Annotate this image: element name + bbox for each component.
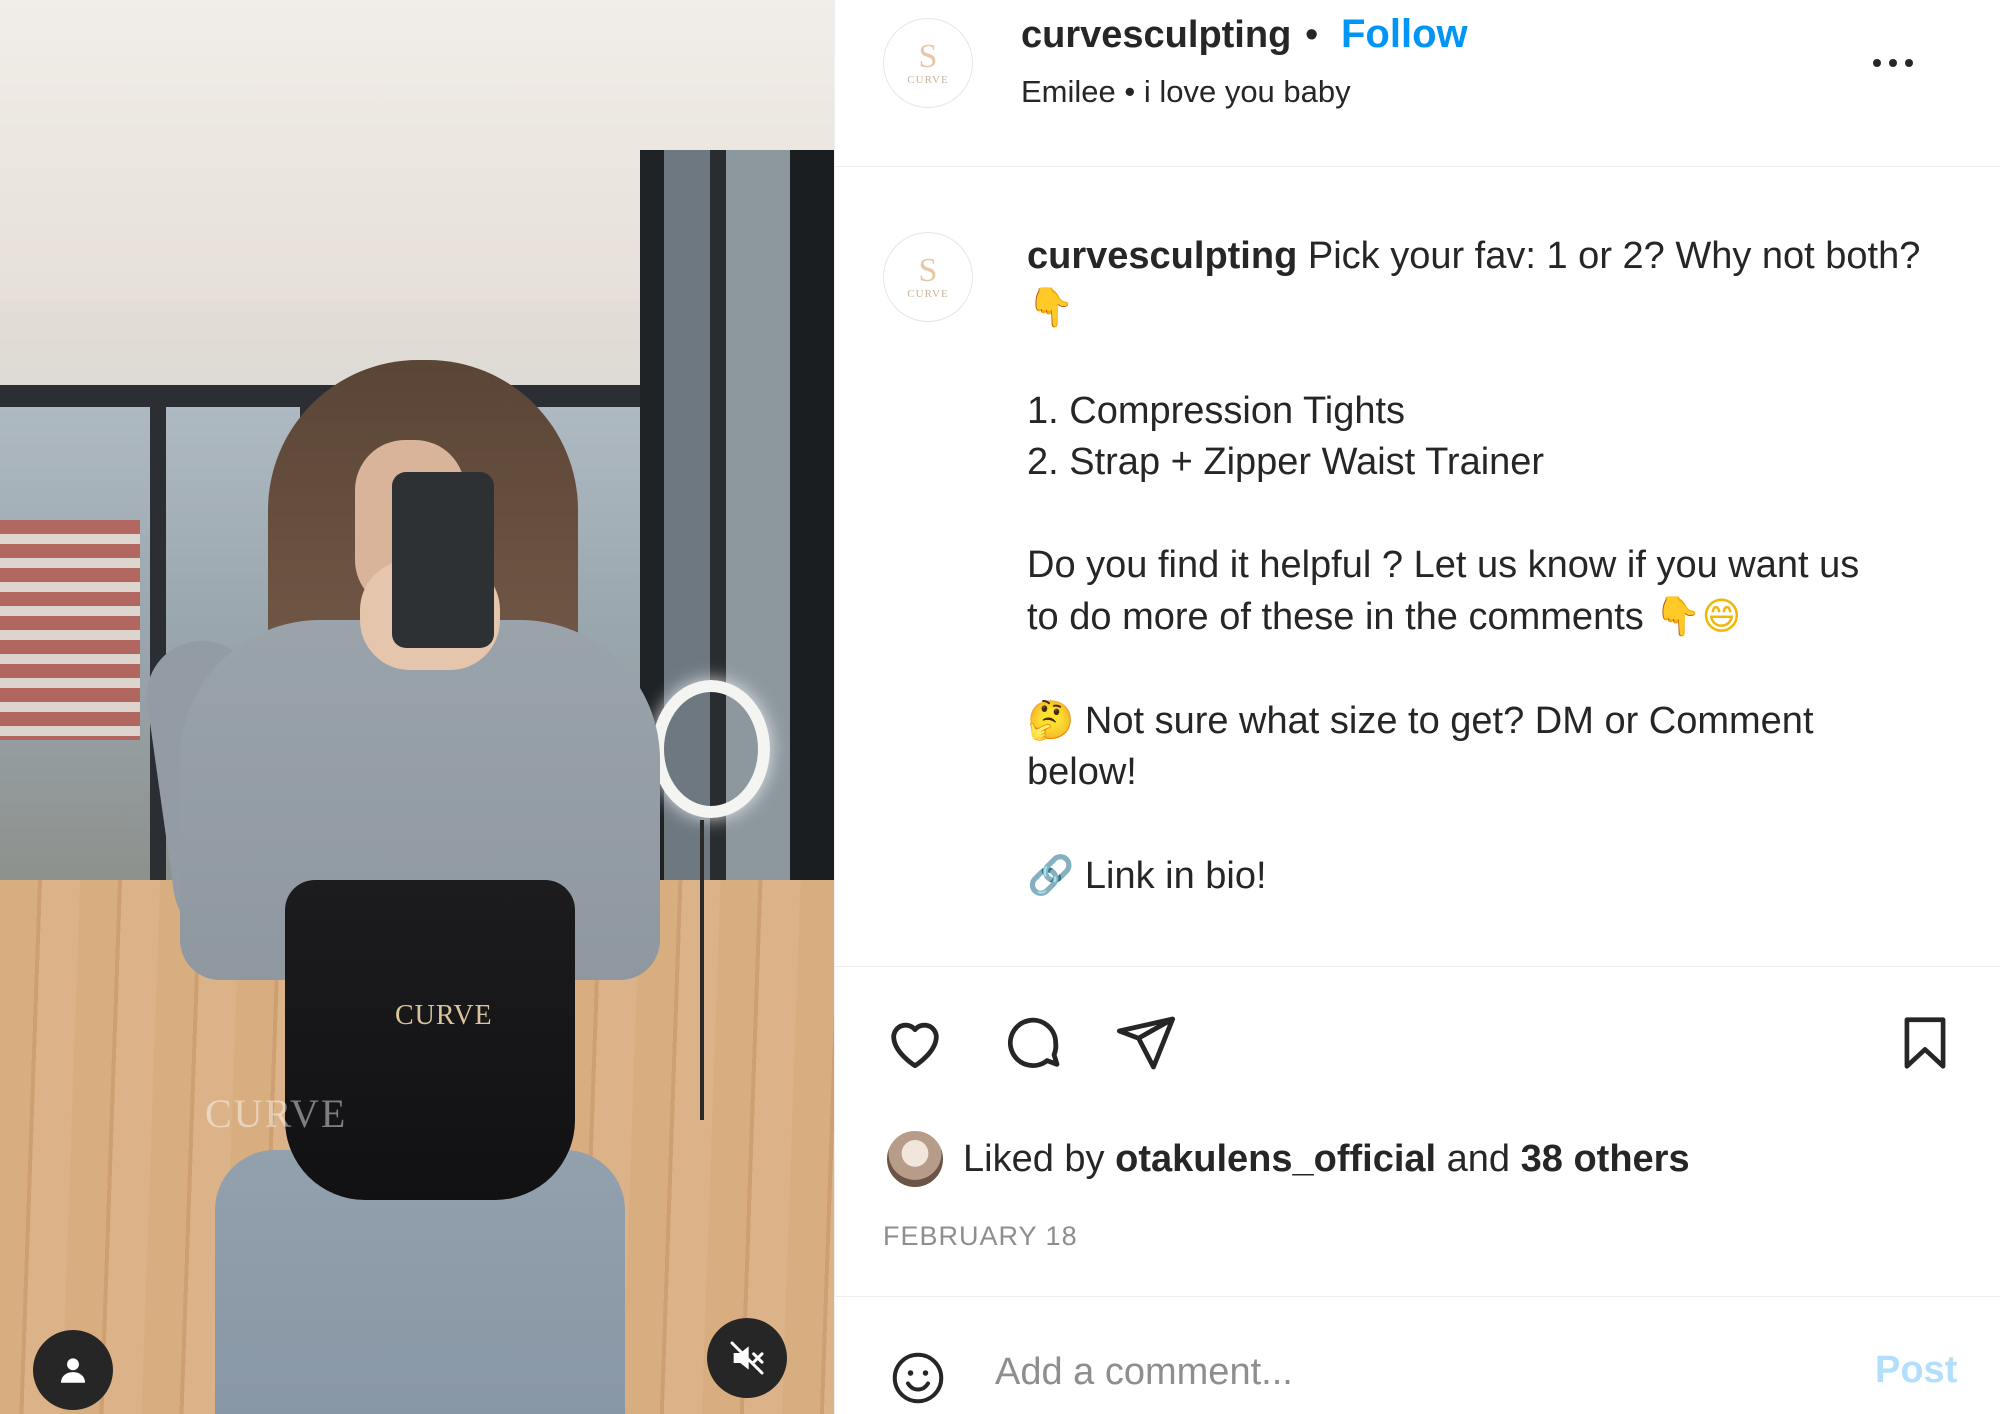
link-emoji-icon: 🔗 xyxy=(1027,853,1075,897)
pointing-down-emoji-icon: 👇 xyxy=(1654,594,1702,638)
media-ring-light xyxy=(652,680,770,818)
avatar-logo-glyph: S xyxy=(918,38,938,75)
caption-author-avatar[interactable]: S CURVE xyxy=(883,232,973,322)
media-phone xyxy=(392,472,494,648)
header-separator: • xyxy=(1305,14,1319,56)
emoji-picker-button[interactable] xyxy=(883,1343,953,1413)
post-media[interactable]: CURVE CURVE xyxy=(0,0,834,1414)
pointing-down-emoji-icon: 👇 xyxy=(1027,285,1075,329)
post-details-panel: S CURVE curvesculpting • Follow Emilee •… xyxy=(834,0,2000,1414)
liked-by-prefix: Liked by xyxy=(963,1137,1105,1180)
media-window-divider xyxy=(150,385,166,905)
caption-line: 🤔 Not sure what size to get? DM or Comme… xyxy=(1027,695,1967,747)
tagged-users-button[interactable] xyxy=(33,1330,113,1410)
share-button[interactable] xyxy=(1111,1008,1181,1078)
more-options-button[interactable] xyxy=(1863,38,1923,88)
media-tripod xyxy=(700,820,704,1120)
caption-line: curvesculpting Pick your fav: 1 or 2? Wh… xyxy=(1027,231,1967,282)
heart-icon xyxy=(891,1022,939,1069)
caption-line: to do more of these in the comments 👇😄 xyxy=(1027,591,1967,643)
post-comment-button[interactable]: Post xyxy=(1875,1349,1957,1392)
thinking-emoji-icon: 🤔 xyxy=(1027,698,1075,742)
post-header: S CURVE curvesculpting • Follow Emilee •… xyxy=(835,0,2000,167)
paper-plane-icon xyxy=(1116,1016,1176,1070)
comment-icon xyxy=(1007,1017,1060,1068)
smiley-icon xyxy=(892,1352,944,1404)
bookmark-icon xyxy=(1904,1017,1946,1069)
caption-line: 2. Strap + Zipper Waist Trainer xyxy=(1027,441,1545,483)
follow-button[interactable]: Follow xyxy=(1341,12,1468,57)
caption-text: Link in bio! xyxy=(1084,855,1267,897)
liker-avatar[interactable] xyxy=(885,1129,945,1189)
caption-line: 🔗 Link in bio! xyxy=(1027,850,1967,902)
caption-body: curvesculpting Pick your fav: 1 or 2? Wh… xyxy=(1027,231,1967,902)
comment-composer: Post xyxy=(835,1296,2000,1414)
comment-button[interactable] xyxy=(998,1008,1068,1078)
speaker-muted-icon xyxy=(730,1341,764,1375)
mute-toggle-button[interactable] xyxy=(707,1318,787,1398)
save-button[interactable] xyxy=(1890,1008,1960,1078)
liked-by-row: Liked by otakulens_official and 38 other… xyxy=(885,1127,1690,1191)
liked-by-others[interactable]: 38 others xyxy=(1521,1138,1690,1180)
media-brand-mark: CURVE xyxy=(395,1000,493,1031)
post-actions: Liked by otakulens_official and 38 other… xyxy=(835,966,2000,1296)
caption-text: Pick your fav: 1 or 2? Why not both? xyxy=(1307,235,1921,277)
comment-input[interactable] xyxy=(995,1347,1795,1397)
post-date[interactable]: FEBRUARY 18 xyxy=(883,1221,1078,1252)
user-icon xyxy=(60,1358,86,1383)
caption-line: 👇 xyxy=(1027,282,1967,334)
caption-text: to do more of these in the comments xyxy=(1027,596,1644,638)
author-avatar[interactable]: S CURVE xyxy=(883,18,973,108)
avatar-logo-text: CURVE xyxy=(907,74,949,86)
more-dots-icon xyxy=(1873,59,1881,67)
grin-emoji-icon: 😄 xyxy=(1701,594,1742,638)
liked-by-text: Liked by otakulens_official and 38 other… xyxy=(963,1138,1690,1181)
avatar-logo-text: CURVE xyxy=(907,288,949,300)
caption-line: Do you find it helpful ? Let us know if … xyxy=(1027,544,1860,586)
caption-line: below! xyxy=(1027,751,1137,793)
more-dots-icon xyxy=(1889,59,1897,67)
caption-text: Not sure what size to get? DM or Comment xyxy=(1084,700,1814,742)
media-buildings xyxy=(0,520,140,740)
avatar-logo-glyph: S xyxy=(918,252,938,289)
caption-author-username[interactable]: curvesculpting xyxy=(1027,235,1297,277)
like-button[interactable] xyxy=(880,1008,950,1078)
author-username[interactable]: curvesculpting xyxy=(1021,14,1291,57)
caption-line: 1. Compression Tights xyxy=(1027,390,1406,432)
liked-by-user[interactable]: otakulens_official xyxy=(1115,1138,1436,1180)
liked-by-joiner: and xyxy=(1446,1137,1511,1180)
post-audio-subtitle[interactable]: Emilee • i love you baby xyxy=(1021,74,1351,110)
media-watermark: CURVE xyxy=(205,1091,348,1136)
post-caption: S CURVE curvesculpting Pick your fav: 1 … xyxy=(835,167,2000,967)
more-dots-icon xyxy=(1905,59,1913,67)
media-waist-trainer xyxy=(285,880,575,1200)
